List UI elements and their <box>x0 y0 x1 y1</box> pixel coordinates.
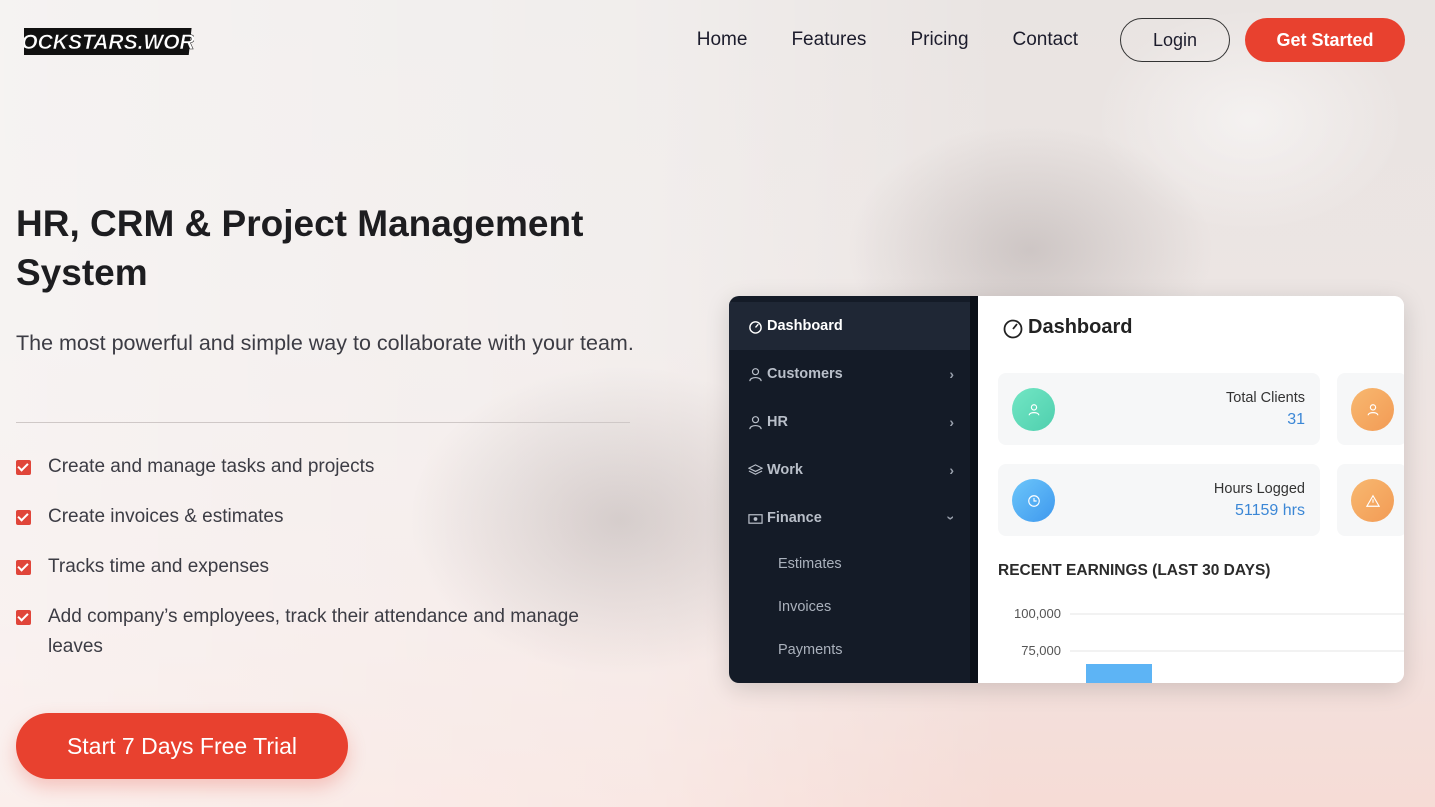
gauge-icon <box>747 318 763 334</box>
sidebar-item-dashboard[interactable]: Dashboard <box>729 302 970 350</box>
get-started-button[interactable]: Get Started <box>1245 18 1405 62</box>
stat-value: 31 <box>1287 411 1305 428</box>
top-nav: Home Features Pricing Contact Login Get … <box>697 18 1405 62</box>
sidebar-item-label: Customers <box>767 366 843 382</box>
money-icon <box>747 510 763 526</box>
chevron-right-icon: › <box>949 462 954 478</box>
stat-label: Hours Logged <box>1213 481 1305 497</box>
sidebar-item-label: Dashboard <box>767 318 843 334</box>
stat-value: 51159 hrs <box>1235 502 1305 519</box>
y-tick-label: 75,000 <box>1021 643 1061 658</box>
user-icon <box>1012 388 1055 431</box>
nav-pricing[interactable]: Pricing <box>910 29 968 51</box>
divider <box>16 422 630 423</box>
layers-icon <box>747 462 763 478</box>
feature-list: Create and manage tasks and projects Cre… <box>16 452 636 682</box>
stat-label: Total Clients <box>1226 390 1305 406</box>
user-icon <box>1351 388 1394 431</box>
feature-item: Create and manage tasks and projects <box>16 452 636 482</box>
earnings-chart: 100,000 75,000 <box>998 602 1404 683</box>
feature-text: Add company’s employees, track their att… <box>48 606 579 657</box>
warning-icon <box>1351 479 1394 522</box>
dashboard-sidebar: Dashboard Customers › HR › Work › Financ… <box>729 296 978 683</box>
stat-card-partial[interactable] <box>1337 464 1404 536</box>
y-tick-label: 100,000 <box>1014 606 1061 621</box>
nav-contact[interactable]: Contact <box>1013 29 1078 51</box>
chevron-down-icon: › <box>943 515 960 521</box>
checkbox-icon <box>16 610 31 625</box>
chevron-right-icon: › <box>949 414 954 430</box>
user-icon <box>747 366 763 382</box>
feature-text: Create and manage tasks and projects <box>48 456 375 477</box>
sidebar-item-customers[interactable]: Customers › <box>729 350 970 398</box>
sidebar-item-label: Finance <box>767 510 822 526</box>
dashboard-main: Dashboard Total Clients 31 Hours Logged … <box>978 296 1404 683</box>
chart-bar <box>1086 664 1152 683</box>
feature-item: Add company’s employees, track their att… <box>16 602 636 662</box>
start-trial-button[interactable]: Start 7 Days Free Trial <box>16 713 348 779</box>
feature-text: Create invoices & estimates <box>48 506 284 527</box>
feature-item: Create invoices & estimates <box>16 502 636 532</box>
dashboard-title-text: Dashboard <box>1028 316 1133 338</box>
earnings-title: RECENT EARNINGS (LAST 30 DAYS) <box>998 562 1271 579</box>
feature-text: Tracks time and expenses <box>48 556 270 577</box>
sidebar-subitem-estimates[interactable]: Estimates <box>729 542 970 585</box>
sidebar-subitem-payments[interactable]: Payments <box>729 628 970 671</box>
hero-subtitle: The most powerful and simple way to coll… <box>16 331 634 355</box>
checkbox-icon <box>16 560 31 575</box>
stat-card-total-clients[interactable]: Total Clients 31 <box>998 373 1320 445</box>
checkbox-icon <box>16 510 31 525</box>
sidebar-item-label: HR <box>767 414 788 430</box>
brand-logo[interactable]: ROCKSTARS.WORK <box>6 24 212 58</box>
clock-icon <box>1012 479 1055 522</box>
sidebar-item-finance[interactable]: Finance › <box>729 494 970 542</box>
feature-item: Tracks time and expenses <box>16 552 636 582</box>
person-icon <box>747 414 763 430</box>
hero-title: HR, CRM & Project Management System <box>16 203 584 293</box>
stat-card-partial[interactable] <box>1337 373 1404 445</box>
logo-text: ROCKSTARS.WORK <box>24 31 194 54</box>
chevron-right-icon: › <box>949 366 954 382</box>
sidebar-subitem-invoices[interactable]: Invoices <box>729 585 970 628</box>
gauge-icon <box>1003 319 1023 338</box>
checkbox-icon <box>16 460 31 475</box>
dashboard-preview: Dashboard Customers › HR › Work › Financ… <box>729 296 1404 683</box>
dashboard-title: Dashboard <box>1002 316 1132 339</box>
sidebar-item-work[interactable]: Work › <box>729 446 970 494</box>
sidebar-item-hr[interactable]: HR › <box>729 398 970 446</box>
stat-card-hours-logged[interactable]: Hours Logged 51159 hrs <box>998 464 1320 536</box>
nav-features[interactable]: Features <box>791 29 866 51</box>
nav-home[interactable]: Home <box>697 29 748 51</box>
sidebar-item-label: Work <box>767 462 803 478</box>
login-button[interactable]: Login <box>1120 18 1230 62</box>
